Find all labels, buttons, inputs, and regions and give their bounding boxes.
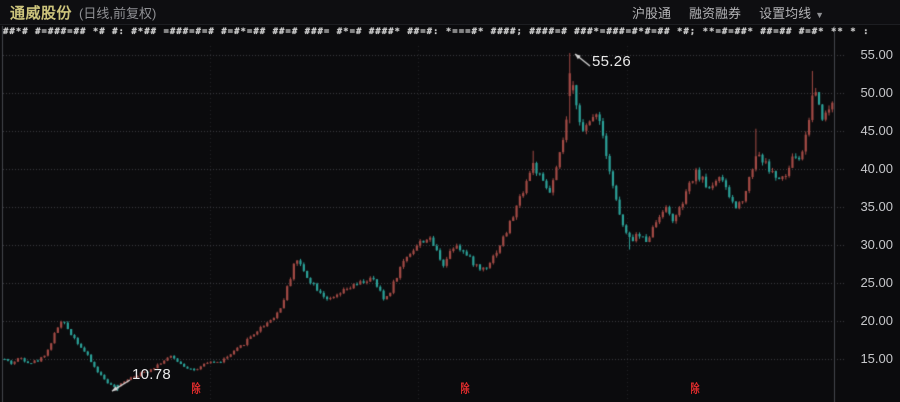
y-axis-tick-label: 35.00 (845, 199, 893, 214)
ex-rights-marker-icon[interactable]: 除 (192, 383, 201, 397)
stock-chart-app: 通威股份 (日线,前复权) 沪股通 融资融券 设置均线 ▼ ##*# #=###=… (0, 0, 900, 402)
y-axis: 55.00 50.00 45.00 40.00 35.00 30.00 25.00 20.00… (845, 0, 895, 402)
y-axis-tick-label: 45.00 (845, 123, 893, 138)
event-marker-strip: ##*# #=###=## *# #: #*## =###=#=# #=#*=#… (3, 27, 897, 42)
ex-rights-marker-icon[interactable]: 除 (691, 383, 700, 397)
y-axis-tick-label: 30.00 (845, 237, 893, 252)
y-axis-tick-label: 40.00 (845, 161, 893, 176)
high-price-annotation: 55.26 (592, 53, 631, 70)
stock-name: 通威股份 (10, 2, 72, 23)
header-menu: 沪股通 融资融券 设置均线 ▼ (632, 3, 824, 22)
y-axis-tick-label: 55.00 (845, 47, 893, 62)
candlestick-chart-canvas[interactable] (0, 0, 900, 402)
chart-mode-label: (日线,前复权) (79, 3, 156, 22)
y-axis-tick-label: 50.00 (845, 85, 893, 100)
ma-settings-label: 设置均线 (759, 6, 811, 21)
chart-header: 通威股份 (日线,前复权) 沪股通 融资融券 设置均线 ▼ (0, 0, 900, 25)
y-axis-tick-label: 20.00 (845, 313, 893, 328)
y-axis-tick-label: 25.00 (845, 275, 893, 290)
y-axis-tick-label: 15.00 (845, 351, 893, 366)
ex-rights-marker-icon[interactable]: 除 (461, 383, 470, 397)
menu-item-margin-trading[interactable]: 融资融券 (689, 3, 741, 22)
chevron-down-icon: ▼ (815, 10, 824, 20)
menu-item-hugutong[interactable]: 沪股通 (632, 3, 671, 22)
low-price-annotation: 10.78 (132, 366, 171, 383)
menu-item-ma-settings[interactable]: 设置均线 ▼ (759, 3, 824, 22)
